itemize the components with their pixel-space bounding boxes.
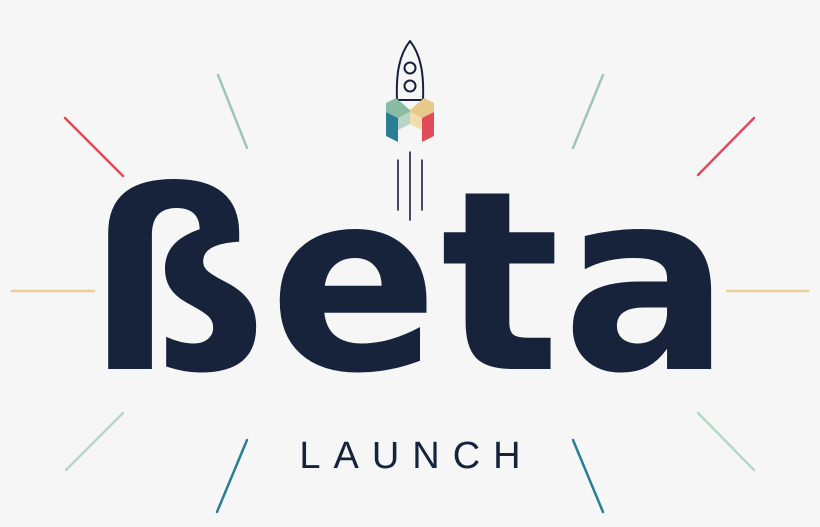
headline-beta: ßeta xyxy=(87,137,733,428)
beta-launch-logo: ßeta LAUNCH xyxy=(0,0,820,527)
m-cube-icon xyxy=(386,98,434,142)
subline-launch: LAUNCH xyxy=(299,435,534,477)
